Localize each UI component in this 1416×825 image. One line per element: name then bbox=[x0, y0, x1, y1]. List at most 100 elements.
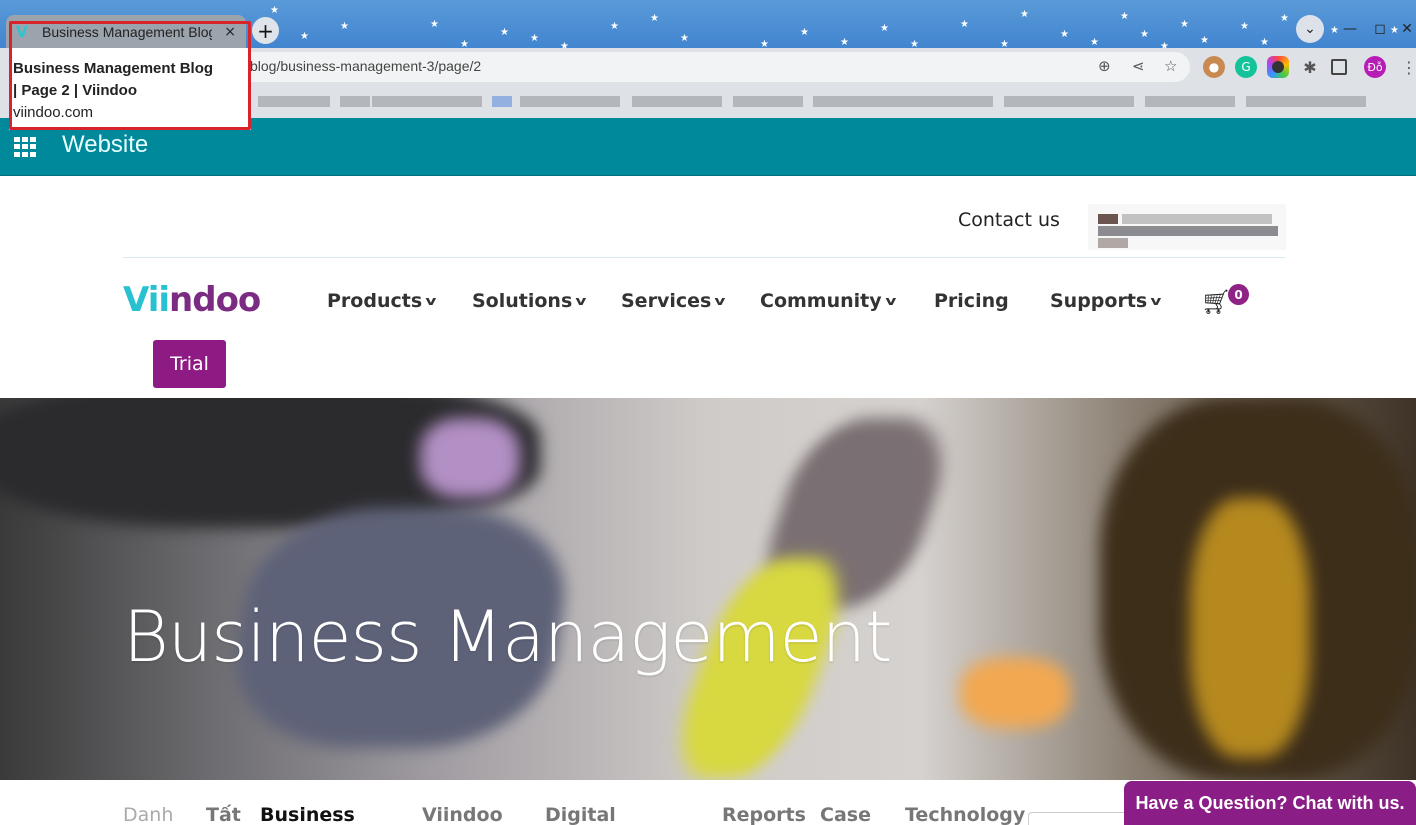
bookmark-item[interactable] bbox=[492, 96, 512, 107]
menu-kebab-icon[interactable]: ⋮ bbox=[1398, 56, 1416, 78]
star-decoration: ★ bbox=[880, 23, 889, 34]
bookmark-item[interactable] bbox=[813, 96, 893, 107]
star-decoration: ★ bbox=[1260, 37, 1269, 48]
hero-banner: Business Management bbox=[0, 398, 1416, 780]
shopping-cart-icon[interactable]: 🛒︎ bbox=[1201, 288, 1231, 316]
chevron-down-icon: v bbox=[575, 294, 587, 308]
close-icon: ✕ bbox=[1401, 21, 1413, 37]
star-decoration: ★ bbox=[500, 27, 509, 38]
category-label: Danh bbox=[123, 804, 174, 825]
address-bar[interactable]: blog/business-management-3/page/2 ⊕ ⋖ ☆ bbox=[200, 52, 1190, 82]
star-decoration: ★ bbox=[1200, 35, 1209, 46]
star-decoration: ★ bbox=[1120, 11, 1129, 22]
share-icon[interactable]: ⋖ bbox=[1132, 57, 1145, 75]
bookmark-item[interactable] bbox=[1246, 96, 1366, 107]
site-header: Contact us Viindoo Products v Solutions v … bbox=[0, 176, 1416, 398]
profile-avatar[interactable]: Đỗ bbox=[1364, 56, 1386, 78]
star-decoration: ★ bbox=[680, 33, 689, 44]
chevron-down-icon: ⌄ bbox=[1304, 21, 1316, 37]
category-tab[interactable]: Tất bbox=[206, 804, 241, 825]
browser-window: V Business Management Blog | Page 2 | Vi… bbox=[0, 0, 1416, 825]
star-decoration: ★ bbox=[460, 39, 469, 49]
star-decoration: ★ bbox=[960, 19, 969, 30]
hero-person-shape bbox=[1190, 498, 1310, 758]
bookmark-item[interactable] bbox=[893, 96, 993, 107]
color-extension-icon[interactable] bbox=[1267, 56, 1289, 78]
star-decoration: ★ bbox=[760, 39, 769, 49]
monkey-extension-icon[interactable]: ● bbox=[1203, 56, 1225, 78]
maximize-icon: ◻ bbox=[1374, 21, 1386, 37]
live-chat-button[interactable]: Have a Question? Chat with us. bbox=[1124, 781, 1416, 825]
chevron-down-icon: v bbox=[425, 294, 437, 308]
bookmark-item[interactable] bbox=[1145, 96, 1235, 107]
side-panel-icon[interactable] bbox=[1331, 59, 1347, 75]
maximize-button[interactable]: ◻ bbox=[1370, 15, 1390, 43]
star-decoration: ★ bbox=[530, 33, 539, 44]
website-app-label[interactable]: Website bbox=[62, 131, 148, 159]
category-tab[interactable]: Reports bbox=[722, 804, 806, 825]
chevron-down-icon: v bbox=[885, 294, 897, 308]
category-tab[interactable]: Case bbox=[820, 804, 871, 825]
bookmark-item[interactable] bbox=[1004, 96, 1134, 107]
hovercard-domain: viindoo.com bbox=[13, 104, 94, 121]
star-decoration: ★ bbox=[1330, 25, 1339, 36]
header-divider bbox=[123, 257, 1285, 258]
star-decoration: ★ bbox=[1000, 39, 1009, 49]
extensions-puzzle-icon[interactable]: ✱ bbox=[1299, 56, 1321, 78]
chevron-down-icon: v bbox=[714, 294, 726, 308]
star-decoration: ★ bbox=[1280, 13, 1289, 24]
star-decoration: ★ bbox=[1180, 19, 1189, 30]
browser-tab-active[interactable]: V Business Management Blog | Page 2 | Vi… bbox=[6, 15, 246, 48]
star-decoration: ★ bbox=[270, 5, 279, 16]
bookmark-item[interactable] bbox=[258, 96, 330, 107]
trial-button[interactable]: Trial bbox=[153, 340, 226, 388]
bookmark-item[interactable] bbox=[632, 96, 722, 107]
nav-community[interactable]: Community v bbox=[760, 290, 897, 312]
star-decoration: ★ bbox=[840, 37, 849, 48]
category-tab-active[interactable]: Business bbox=[260, 804, 355, 825]
star-decoration: ★ bbox=[1390, 25, 1399, 36]
contact-us-link[interactable]: Contact us bbox=[958, 209, 1060, 231]
hero-laptop-shape bbox=[420, 418, 520, 498]
star-decoration: ★ bbox=[1060, 29, 1069, 40]
minimize-button[interactable]: — bbox=[1340, 15, 1360, 43]
viindoo-favicon-icon: V bbox=[16, 22, 28, 41]
new-tab-button[interactable]: + bbox=[252, 17, 279, 44]
grammarly-extension-icon[interactable]: G bbox=[1235, 56, 1257, 78]
hero-title: Business Management bbox=[123, 596, 892, 678]
category-tab[interactable]: Viindoo bbox=[422, 804, 503, 825]
star-decoration: ★ bbox=[430, 19, 439, 30]
hovercard-title-line1: Business Management Blog bbox=[13, 60, 214, 77]
nav-solutions[interactable]: Solutions v bbox=[472, 290, 587, 312]
tab-hovercard: Business Management Blog | Page 2 | Viin… bbox=[9, 48, 251, 130]
blurred-phone-number bbox=[1088, 204, 1286, 250]
nav-services[interactable]: Services v bbox=[621, 290, 726, 312]
star-decoration: ★ bbox=[1140, 29, 1149, 40]
bookmark-star-icon[interactable]: ☆ bbox=[1164, 57, 1177, 75]
tab-search-button[interactable]: ⌄ bbox=[1296, 15, 1324, 43]
browser-titlebar: V Business Management Blog | Page 2 | Vi… bbox=[0, 0, 1416, 48]
star-decoration: ★ bbox=[1090, 37, 1099, 48]
star-decoration: ★ bbox=[340, 21, 349, 32]
nav-products[interactable]: Products v bbox=[327, 290, 437, 312]
viindoo-logo[interactable]: Viindoo bbox=[123, 280, 261, 320]
nav-pricing[interactable]: Pricing bbox=[934, 290, 1009, 312]
star-decoration: ★ bbox=[910, 39, 919, 49]
url-text[interactable]: blog/business-management-3/page/2 bbox=[250, 58, 481, 74]
chevron-down-icon: v bbox=[1150, 294, 1162, 308]
close-tab-icon[interactable]: × bbox=[224, 24, 236, 40]
apps-grid-icon[interactable] bbox=[14, 137, 38, 157]
bookmark-item[interactable] bbox=[520, 96, 620, 107]
category-tab[interactable]: Digital bbox=[545, 804, 616, 825]
close-window-button[interactable]: ✕ bbox=[1398, 15, 1416, 43]
bookmark-item[interactable] bbox=[733, 96, 803, 107]
star-decoration: ★ bbox=[650, 13, 659, 24]
zoom-icon[interactable]: ⊕ bbox=[1098, 57, 1111, 75]
nav-supports[interactable]: Supports v bbox=[1050, 290, 1162, 312]
cart-count-badge: 0 bbox=[1228, 284, 1249, 305]
bookmark-item[interactable] bbox=[340, 96, 370, 107]
bookmark-item[interactable] bbox=[372, 96, 482, 107]
hero-paper-shape bbox=[960, 658, 1070, 728]
tab-title: Business Management Blog | Page 2 | Viin… bbox=[42, 23, 212, 40]
category-tab[interactable]: Technology bbox=[905, 804, 1025, 825]
